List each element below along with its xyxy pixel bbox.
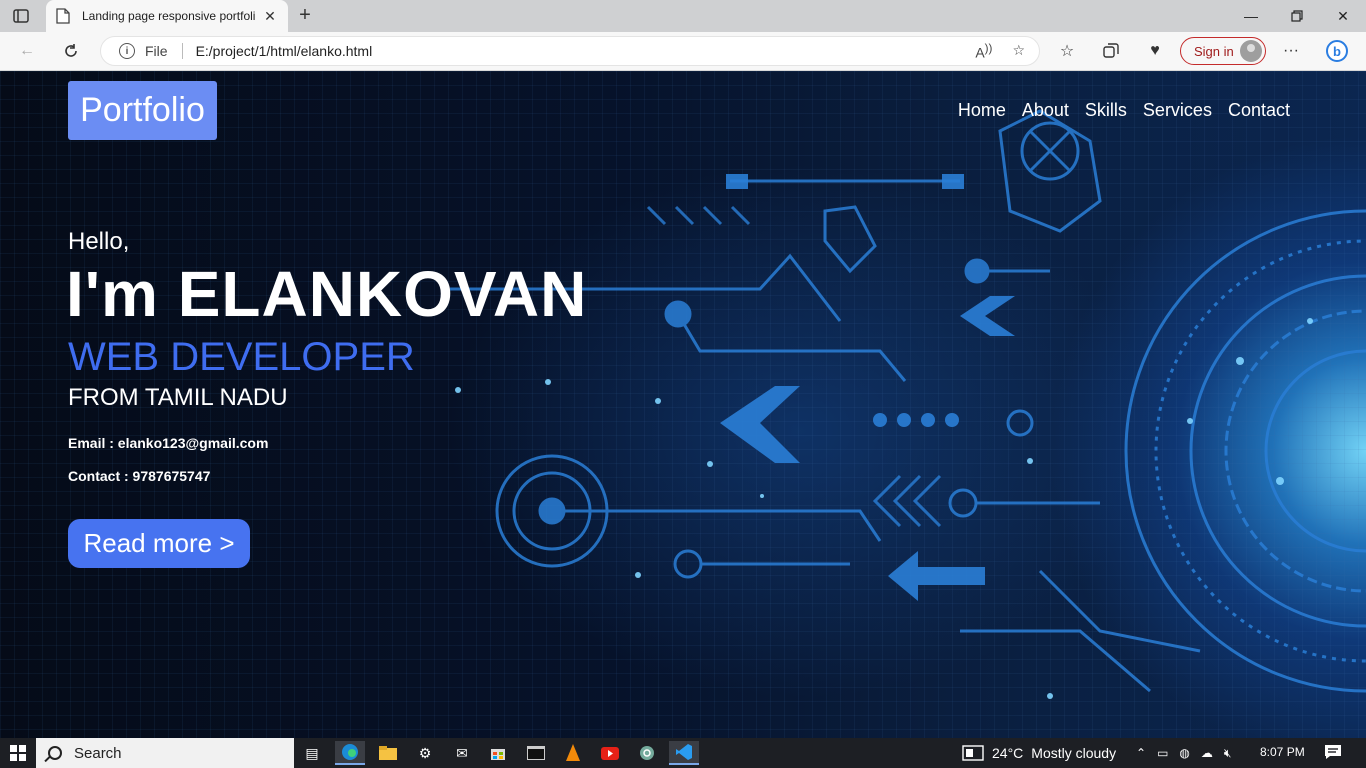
system-tray: ⌃ ▭ ◍ ☁ 🔇︎: [1136, 738, 1231, 768]
file-explorer-icon[interactable]: [373, 741, 403, 765]
page-favicon-icon: [56, 8, 70, 24]
hero-role: WEB DEVELOPER: [68, 335, 415, 379]
hero-contact: Contact : 9787675747: [68, 468, 211, 484]
sign-in-button[interactable]: Sign in: [1180, 37, 1266, 65]
tab-title: Landing page responsive portfoli: [82, 9, 256, 23]
windows-start-icon[interactable]: [0, 738, 36, 768]
back-icon[interactable]: ←: [12, 37, 42, 65]
hero-email: Email : elanko123@gmail.com: [68, 435, 269, 451]
show-hidden-icons-icon[interactable]: ⌃: [1136, 746, 1146, 760]
sign-in-label: Sign in: [1194, 43, 1234, 59]
youtube-icon[interactable]: [595, 741, 625, 765]
restore-icon[interactable]: [1274, 0, 1320, 32]
read-aloud-icon[interactable]: A)): [975, 42, 992, 61]
browser-tab[interactable]: Landing page responsive portfoli ✕: [46, 0, 288, 32]
notifications-icon[interactable]: [1324, 744, 1342, 760]
site-info-icon[interactable]: i: [119, 43, 135, 59]
terminal-icon[interactable]: [521, 741, 551, 765]
main-nav: Home About Skills Services Contact: [958, 100, 1290, 121]
svg-text:b: b: [1333, 44, 1341, 59]
tab-actions-icon[interactable]: [10, 6, 32, 26]
chatgpt-icon[interactable]: [632, 741, 662, 765]
search-icon: [48, 746, 62, 760]
task-view-icon[interactable]: ▤: [297, 741, 327, 765]
address-divider: [181, 43, 183, 59]
refresh-icon[interactable]: [56, 37, 86, 65]
new-tab-icon[interactable]: +: [294, 4, 316, 26]
nav-skills[interactable]: Skills: [1085, 100, 1127, 121]
favorite-add-icon[interactable]: ☆: [1012, 42, 1025, 61]
close-window-icon[interactable]: ✕: [1320, 0, 1366, 32]
landing-page: Portfolio Home About Skills Services Con…: [0, 71, 1366, 738]
vlc-icon[interactable]: [558, 741, 588, 765]
hero-name: I'm ELANKOVAN: [66, 258, 588, 330]
volume-muted-icon[interactable]: 🔇︎: [1224, 746, 1232, 761]
vscode-icon[interactable]: [669, 741, 699, 765]
browser-toolbar: ← i File E:/project/1/html/elanko.html A…: [0, 32, 1366, 71]
favorites-icon[interactable]: ☆: [1052, 37, 1082, 65]
nav-contact[interactable]: Contact: [1228, 100, 1290, 121]
cloud-sync-icon[interactable]: ☁: [1201, 746, 1213, 760]
weather-news-icon: [962, 745, 984, 761]
taskbar-search-label: Search: [74, 744, 122, 762]
weather-description: Mostly cloudy: [1031, 745, 1117, 761]
nav-home[interactable]: Home: [958, 100, 1006, 121]
tab-close-icon[interactable]: ✕: [262, 8, 278, 25]
windows-taskbar: Search ▤ ⚙ ✉ 24°C Mostly cloudy ⌃ ▭ ◍ ☁ …: [0, 738, 1366, 768]
more-options-icon[interactable]: ···: [1276, 37, 1306, 65]
address-url[interactable]: E:/project/1/html/elanko.html: [196, 43, 373, 59]
weather-temperature: 24°C: [992, 745, 1024, 761]
taskbar-clock[interactable]: 8:07 PM: [1260, 745, 1305, 759]
site-logo[interactable]: Portfolio: [68, 81, 217, 140]
browser-essentials-icon[interactable]: ♥: [1140, 37, 1170, 65]
mail-icon[interactable]: ✉: [447, 741, 477, 765]
collections-icon[interactable]: [1096, 37, 1126, 65]
bing-copilot-icon[interactable]: b: [1322, 37, 1352, 65]
settings-gear-icon[interactable]: ⚙: [410, 741, 440, 765]
nav-about[interactable]: About: [1022, 100, 1069, 121]
taskbar-search[interactable]: Search: [36, 738, 294, 768]
profile-avatar-icon: [1240, 40, 1262, 62]
hero-greeting: Hello,: [68, 228, 130, 255]
battery-icon[interactable]: ▭: [1157, 746, 1168, 760]
hero-location: FROM TAMIL NADU: [68, 384, 288, 411]
store-icon[interactable]: [483, 741, 513, 765]
network-globe-icon[interactable]: ◍: [1179, 746, 1189, 760]
read-more-button[interactable]: Read more >: [68, 519, 250, 568]
address-bar[interactable]: i File E:/project/1/html/elanko.html A))…: [100, 36, 1040, 66]
nav-services[interactable]: Services: [1143, 100, 1212, 121]
address-scheme-label: File: [145, 43, 168, 59]
browser-tab-bar: Landing page responsive portfoli ✕ + — ✕: [0, 0, 1366, 32]
edge-browser-icon[interactable]: [335, 741, 365, 765]
weather-widget[interactable]: 24°C Mostly cloudy: [962, 738, 1116, 768]
minimize-icon[interactable]: —: [1228, 0, 1274, 32]
